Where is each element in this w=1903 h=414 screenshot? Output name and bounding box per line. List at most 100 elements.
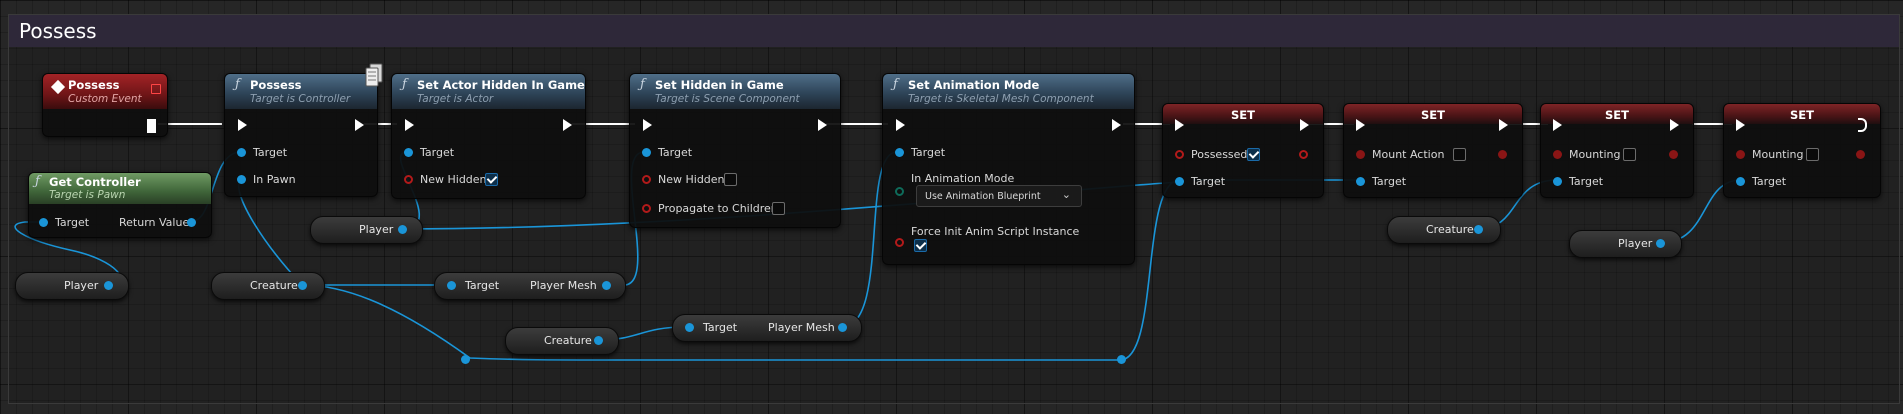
set-hidden-in-game-node[interactable]: ƒ Set Hidden in Game Target is Scene Com…	[629, 73, 841, 228]
mount-action-pin[interactable]	[1356, 150, 1365, 159]
function-icon: ƒ	[893, 77, 898, 92]
creature-variable-node[interactable]: Creature	[1387, 216, 1501, 244]
exec-output-pin[interactable]	[563, 119, 572, 131]
new-hidden-checkbox[interactable]	[724, 173, 737, 186]
node-subtitle: Target is Actor	[417, 93, 494, 105]
mounting-checkbox[interactable]	[1623, 148, 1636, 161]
exec-output-pin[interactable]	[1300, 119, 1309, 131]
pin-label: Target	[658, 146, 693, 159]
in-animation-mode-pin[interactable]	[895, 187, 904, 196]
node-title: Set Hidden in Game	[655, 78, 784, 92]
node-title: Set Actor Hidden In Game	[417, 78, 585, 92]
creature-variable-node[interactable]: Creature	[505, 327, 619, 355]
creature-output-pin[interactable]	[594, 336, 603, 345]
target-pin[interactable]	[1175, 177, 1184, 186]
player-output-pin[interactable]	[104, 281, 113, 290]
exec-output-pin[interactable]	[818, 119, 827, 131]
exec-input-pin[interactable]	[405, 119, 414, 131]
exec-output-pin[interactable]	[147, 119, 156, 133]
mount-action-checkbox[interactable]	[1453, 148, 1466, 161]
creature-variable-node[interactable]: Creature	[211, 272, 325, 300]
node-subtitle: Target is Skeletal Mesh Component	[908, 93, 1094, 105]
return-value-pin[interactable]	[187, 218, 196, 227]
pin-label: New Hidden	[658, 173, 725, 186]
delegate-output-icon[interactable]	[151, 84, 161, 94]
player-output-pin[interactable]	[398, 225, 407, 234]
exec-output-pin[interactable]	[1670, 119, 1679, 131]
propagate-to-children-checkbox[interactable]	[772, 202, 785, 215]
possessed-pin[interactable]	[1175, 150, 1184, 159]
exec-input-pin[interactable]	[896, 119, 905, 131]
reroute-node[interactable]	[461, 355, 470, 364]
variable-label: Player Mesh	[768, 321, 835, 334]
target-pin[interactable]	[39, 218, 48, 227]
player-variable-node[interactable]: Player	[1569, 230, 1682, 258]
blueprint-graph-canvas[interactable]: Possess Possess Custom Event ƒ Possess T…	[0, 0, 1903, 414]
exec-input-pin[interactable]	[238, 119, 247, 131]
target-pin[interactable]	[1553, 177, 1562, 186]
possess-custom-event-node[interactable]: Possess Custom Event	[42, 73, 168, 137]
mounting-pin[interactable]	[1553, 150, 1562, 159]
target-pin[interactable]	[642, 148, 651, 157]
server-replication-icon	[365, 63, 383, 87]
reroute-node[interactable]	[1117, 355, 1126, 364]
target-pin[interactable]	[685, 323, 694, 332]
propagate-to-children-pin[interactable]	[642, 204, 651, 213]
player-mesh-output-pin[interactable]	[602, 281, 611, 290]
mounting-pin[interactable]	[1736, 150, 1745, 159]
player-variable-node[interactable]: Player	[15, 272, 129, 300]
target-pin[interactable]	[1736, 177, 1745, 186]
get-player-mesh-node[interactable]: Target Player Mesh	[434, 272, 626, 300]
target-pin[interactable]	[447, 281, 456, 290]
target-pin[interactable]	[1356, 177, 1365, 186]
mount-action-output-pin[interactable]	[1498, 150, 1507, 159]
node-subtitle: Target is Scene Component	[655, 93, 800, 105]
get-controller-node[interactable]: ƒ Get Controller Target is Pawn Target R…	[28, 172, 212, 238]
set-actor-hidden-in-game-node[interactable]: ƒ Set Actor Hidden In Game Target is Act…	[391, 73, 586, 199]
mounting-checkbox[interactable]	[1806, 148, 1819, 161]
target-pin[interactable]	[404, 148, 413, 157]
possess-function-node[interactable]: ƒ Possess Target is Controller Target In…	[224, 73, 378, 197]
set-animation-mode-node[interactable]: ƒ Set Animation Mode Target is Skeletal …	[882, 73, 1135, 265]
new-hidden-pin[interactable]	[404, 175, 413, 184]
animation-mode-dropdown[interactable]: Use Animation Blueprint ⌄	[916, 185, 1082, 207]
creature-output-pin[interactable]	[298, 281, 307, 290]
exec-input-pin[interactable]	[1356, 119, 1365, 131]
exec-output-pin[interactable]	[1499, 119, 1508, 131]
pin-label: Target	[420, 146, 455, 159]
new-hidden-pin[interactable]	[642, 175, 651, 184]
exec-output-pin[interactable]	[355, 119, 364, 131]
mounting-output-pin[interactable]	[1856, 150, 1865, 159]
force-init-checkbox[interactable]	[914, 239, 927, 252]
pin-label: Target	[1191, 175, 1226, 188]
in-pawn-pin[interactable]	[237, 175, 246, 184]
player-mesh-output-pin[interactable]	[838, 323, 847, 332]
possessed-output-pin[interactable]	[1299, 150, 1308, 159]
new-hidden-checkbox[interactable]	[485, 173, 498, 186]
exec-output-pin[interactable]	[1112, 119, 1121, 131]
node-title: Get Controller	[49, 175, 141, 189]
exec-input-pin[interactable]	[1175, 119, 1184, 131]
possessed-checkbox[interactable]	[1247, 148, 1260, 161]
target-pin[interactable]	[237, 148, 246, 157]
set-mount-action-node[interactable]: SET Mount Action Target	[1343, 103, 1523, 198]
player-variable-node[interactable]: Player	[310, 216, 423, 244]
node-subtitle: Target is Controller	[250, 93, 351, 105]
get-player-mesh-node[interactable]: Target Player Mesh	[672, 314, 862, 342]
exec-input-pin[interactable]	[1553, 119, 1562, 131]
exec-input-pin[interactable]	[643, 119, 652, 131]
pin-label: Target	[253, 146, 288, 159]
player-output-pin[interactable]	[1656, 239, 1665, 248]
exec-input-pin[interactable]	[1736, 119, 1745, 131]
set-mounting-node[interactable]: SET Mounting Target	[1723, 103, 1881, 198]
creature-output-pin[interactable]	[1474, 225, 1483, 234]
chevron-down-icon: ⌄	[1061, 188, 1071, 201]
function-icon: ƒ	[235, 77, 240, 92]
mounting-output-pin[interactable]	[1669, 150, 1678, 159]
node-title: SET	[1231, 108, 1255, 122]
target-pin[interactable]	[895, 148, 904, 157]
force-init-pin[interactable]	[895, 238, 904, 247]
set-mounting-node[interactable]: SET Mounting Target	[1540, 103, 1694, 198]
set-possessed-node[interactable]: SET Possessed Target	[1162, 103, 1324, 198]
exec-output-pin[interactable]	[1858, 118, 1867, 132]
